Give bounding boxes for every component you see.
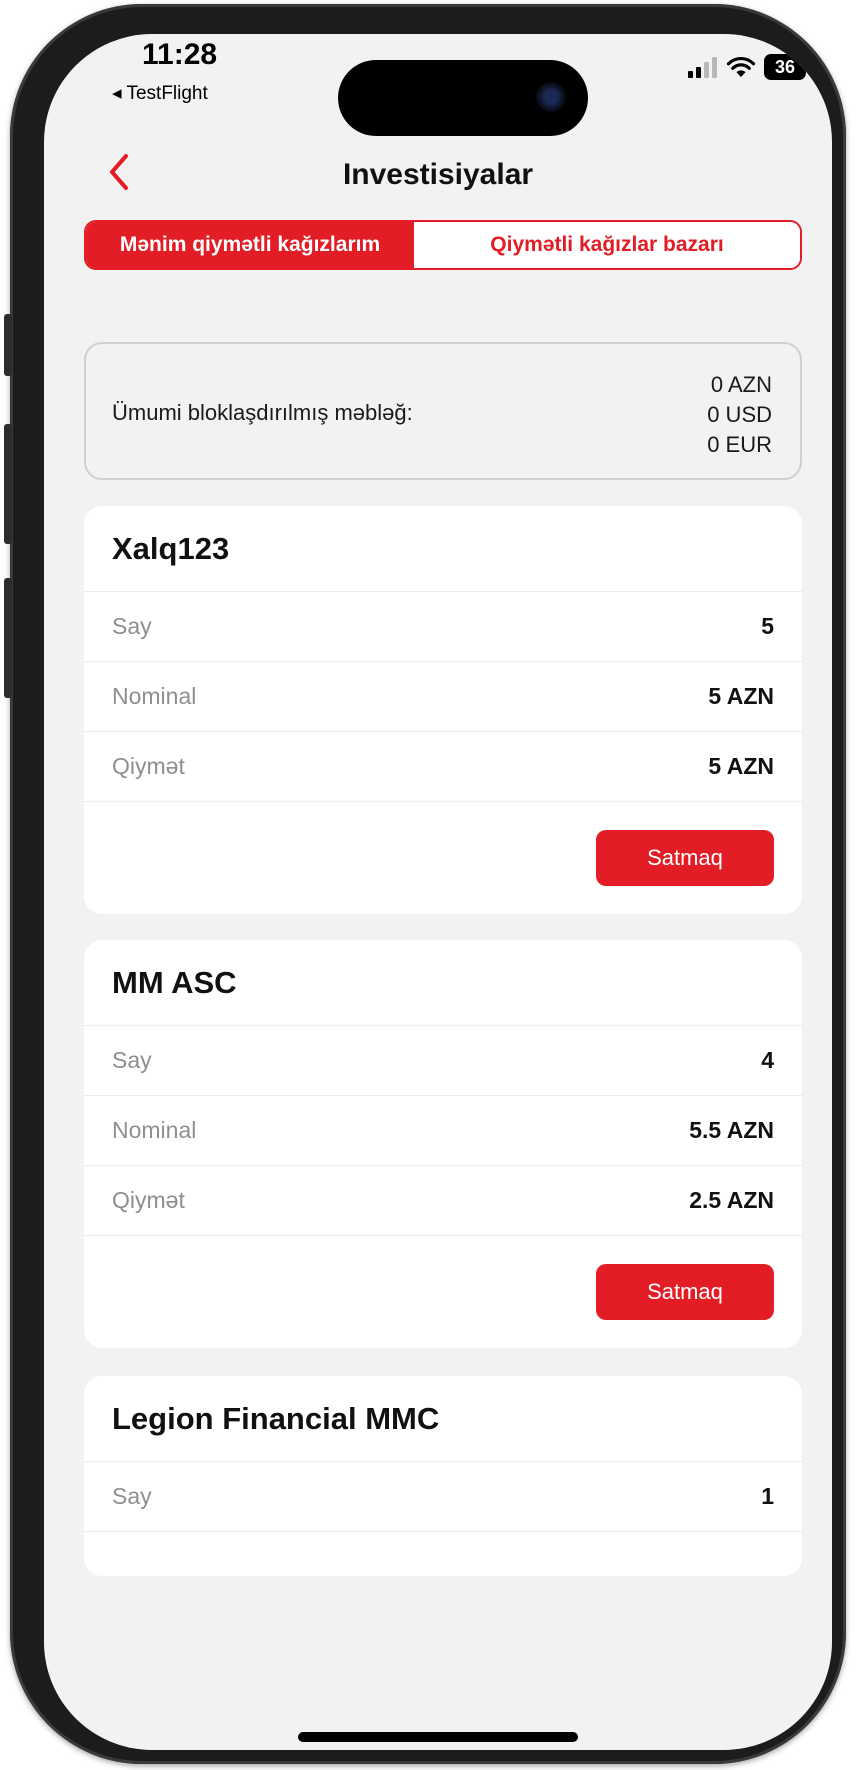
quantity-label: Say bbox=[112, 1483, 152, 1509]
card-actions: Satmaq bbox=[84, 802, 802, 914]
quantity-value: 5 bbox=[761, 613, 774, 639]
quantity-row: Say 1 bbox=[84, 1462, 802, 1532]
sell-button[interactable]: Satmaq bbox=[596, 830, 774, 886]
summary-label: Ümumi bloklaşdırılmış məbləğ: bbox=[112, 400, 413, 425]
summary-values: 0 AZN 0 USD 0 EUR bbox=[707, 370, 772, 460]
nominal-row: Nominal 5 AZN bbox=[84, 662, 802, 732]
quantity-label: Say bbox=[112, 1047, 152, 1073]
price-row: Qiymət 5 AZN bbox=[84, 732, 802, 802]
nominal-value: 5 AZN bbox=[708, 683, 774, 709]
blocked-amount-summary: Ümumi bloklaşdırılmış məbləğ: 0 AZN 0 US… bbox=[84, 342, 802, 480]
security-name: Legion Financial MMC bbox=[84, 1376, 802, 1462]
page-title: Investisiyalar bbox=[342, 158, 534, 191]
status-time: 11:28 bbox=[142, 38, 218, 71]
price-row: Qiymət 2.5 AZN bbox=[84, 1166, 802, 1236]
price-label: Qiymət bbox=[112, 1187, 185, 1213]
price-label: Qiymət bbox=[112, 753, 185, 779]
testflight-back-link[interactable]: ◂ TestFlight bbox=[112, 82, 208, 105]
price-value: 5 AZN bbox=[708, 753, 774, 779]
volume-down-button bbox=[4, 578, 12, 698]
tab-securities-market[interactable]: Qiymətli kağızlar bazarı bbox=[414, 222, 800, 268]
status-icons: 36 bbox=[688, 54, 806, 80]
volume-up-button bbox=[4, 424, 12, 544]
quantity-row: Say 5 bbox=[84, 592, 802, 662]
mute-switch bbox=[4, 314, 12, 376]
quantity-label: Say bbox=[112, 613, 152, 639]
security-card: Legion Financial MMC Say 1 bbox=[84, 1376, 802, 1576]
quantity-value: 4 bbox=[761, 1047, 774, 1073]
dynamic-island bbox=[338, 60, 588, 136]
battery-icon: 36 bbox=[764, 54, 806, 80]
wifi-icon bbox=[726, 56, 756, 77]
quantity-row: Say 4 bbox=[84, 1026, 802, 1096]
quantity-value: 1 bbox=[761, 1483, 774, 1509]
segmented-control: Mənim qiymətli kağızlarım Qiymətli kağız… bbox=[84, 220, 802, 270]
sell-button[interactable]: Satmaq bbox=[596, 1264, 774, 1320]
security-card: Xalq123 Say 5 Nominal 5 AZN Qiymət 5 AZN… bbox=[84, 506, 802, 914]
front-camera bbox=[536, 82, 566, 112]
summary-azn: 0 AZN bbox=[710, 372, 772, 397]
signal-icon bbox=[688, 57, 717, 78]
app-screen: 11:28 ◂ TestFlight 36 Investisiyalar Mən… bbox=[44, 34, 832, 1750]
nominal-label: Nominal bbox=[112, 683, 197, 709]
phone-frame: 11:28 ◂ TestFlight 36 Investisiyalar Mən… bbox=[4, 4, 846, 1764]
summary-eur: 0 EUR bbox=[707, 432, 772, 457]
nominal-label: Nominal bbox=[112, 1117, 197, 1143]
tab-my-securities[interactable]: Mənim qiymətli kağızlarım bbox=[86, 222, 414, 268]
summary-usd: 0 USD bbox=[707, 402, 772, 427]
nominal-row: Nominal 5.5 AZN bbox=[84, 1096, 802, 1166]
nominal-value: 5.5 AZN bbox=[689, 1117, 774, 1143]
price-value: 2.5 AZN bbox=[689, 1187, 774, 1213]
security-name: Xalq123 bbox=[84, 506, 802, 592]
card-actions: Satmaq bbox=[84, 1236, 802, 1348]
security-name: MM ASC bbox=[84, 940, 802, 1026]
home-indicator[interactable] bbox=[298, 1732, 578, 1742]
security-card: MM ASC Say 4 Nominal 5.5 AZN Qiymət 2.5 … bbox=[84, 940, 802, 1348]
